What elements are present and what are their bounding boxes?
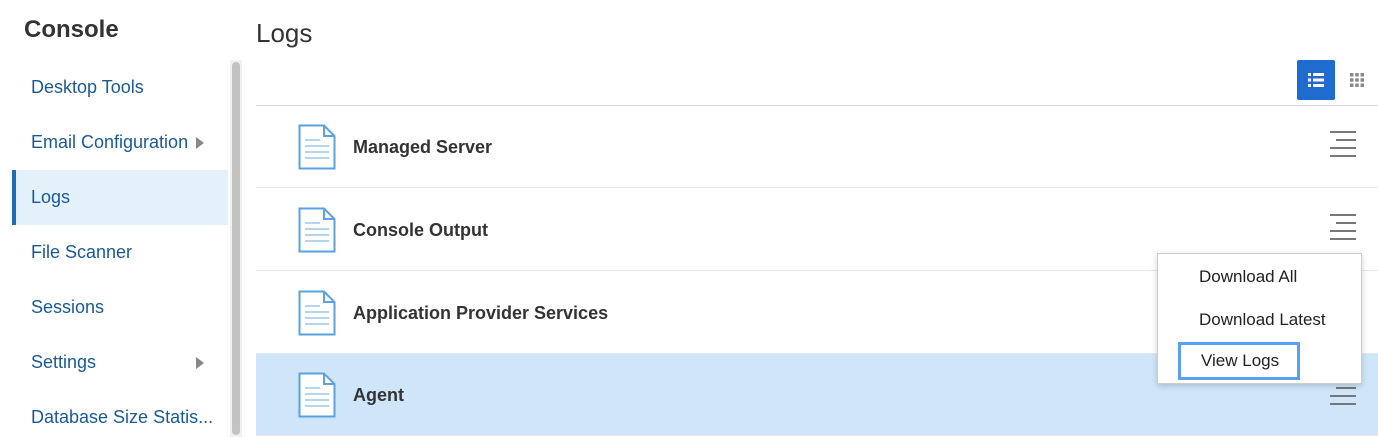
grid-view-button[interactable] xyxy=(1338,60,1376,100)
sidebar-item-label: File Scanner xyxy=(31,242,133,262)
log-row-managed-server[interactable]: Managed Server xyxy=(256,106,1378,188)
document-icon xyxy=(298,207,336,253)
sidebar: Desktop Tools Email Configuration Logs F… xyxy=(12,60,228,437)
page-title: Logs xyxy=(256,18,313,48)
scrollbar-thumb[interactable] xyxy=(232,62,240,435)
menu-item-download-all[interactable]: Download All xyxy=(1199,267,1297,287)
sidebar-item-label: Email Configuration xyxy=(31,132,189,152)
sidebar-item-desktop-tools[interactable]: Desktop Tools xyxy=(12,60,228,115)
sidebar-item-label: Database Size Statis... xyxy=(31,407,214,427)
list-view-button[interactable] xyxy=(1297,60,1335,100)
log-name[interactable]: Console Output xyxy=(353,189,488,271)
app-title: Console xyxy=(24,16,119,43)
sidebar-item-settings[interactable]: Settings xyxy=(12,335,228,390)
sidebar-item-label: Logs xyxy=(31,187,71,207)
sidebar-item-email-configuration[interactable]: Email Configuration xyxy=(12,115,228,170)
log-name[interactable]: Agent xyxy=(353,354,404,436)
sidebar-item-label: Desktop Tools xyxy=(31,77,144,97)
sidebar-scrollbar[interactable] xyxy=(230,60,242,437)
row-actions-menu: Download All Download Latest View Logs xyxy=(1157,253,1362,384)
document-icon xyxy=(298,290,336,336)
row-menu-button[interactable] xyxy=(1330,131,1356,157)
chevron-right-icon xyxy=(196,356,204,369)
log-name[interactable]: Managed Server xyxy=(353,106,492,188)
sidebar-item-label: Settings xyxy=(31,352,97,372)
menu-item-view-logs[interactable]: View Logs xyxy=(1178,342,1301,380)
document-icon xyxy=(298,124,336,170)
sidebar-item-database-size-statistics[interactable]: Database Size Statis... xyxy=(12,390,228,437)
menu-item-download-latest[interactable]: Download Latest xyxy=(1199,310,1326,330)
chevron-right-icon xyxy=(196,136,204,149)
document-icon xyxy=(298,372,336,418)
grid-view-icon xyxy=(1350,73,1364,87)
log-name[interactable]: Application Provider Services xyxy=(353,272,608,354)
list-view-icon xyxy=(1308,73,1324,87)
sidebar-item-label: Sessions xyxy=(31,297,105,317)
sidebar-item-logs[interactable]: Logs xyxy=(12,170,228,225)
sidebar-item-sessions[interactable]: Sessions xyxy=(12,280,228,335)
sidebar-item-file-scanner[interactable]: File Scanner xyxy=(12,225,228,280)
row-menu-button[interactable] xyxy=(1330,214,1356,240)
